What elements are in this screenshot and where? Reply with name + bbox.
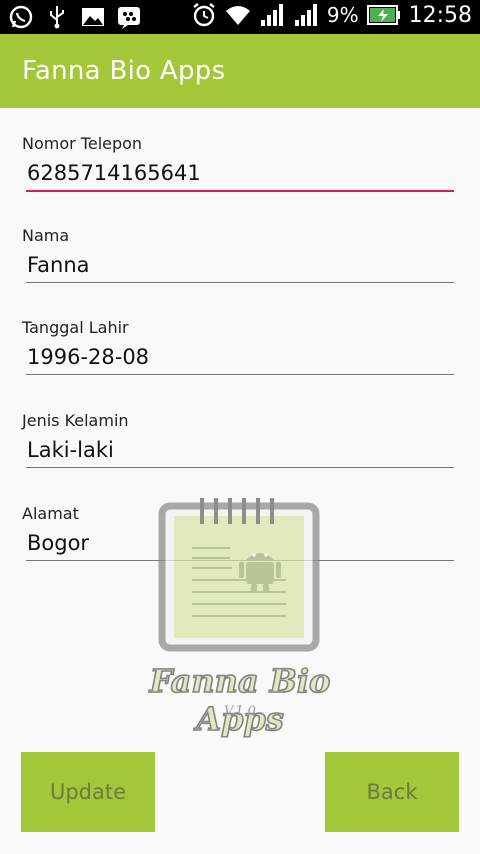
app-title: Fanna Bio Apps [22, 56, 226, 86]
birthdate-field[interactable]: Tanggal Lahir 1996-28-08 [22, 318, 454, 375]
alarm-icon [193, 3, 215, 27]
name-field[interactable]: Nama Fanna [22, 226, 454, 283]
logo-version: V.1.0 [224, 704, 256, 719]
status-bar: 9% 12:58 [0, 0, 480, 34]
back-button[interactable]: Back [325, 752, 459, 832]
clock: 12:58 [408, 2, 472, 28]
name-underline [26, 282, 454, 283]
usb-icon [50, 6, 64, 29]
app-logo-watermark: Fanna Bio Apps V.1.0 [120, 490, 360, 739]
image-icon [82, 8, 104, 26]
battery-percentage: 9% [326, 3, 359, 27]
name-label: Nama [22, 226, 70, 245]
battery-charging-icon [366, 5, 400, 25]
update-button[interactable]: Update [21, 752, 155, 832]
name-input[interactable]: Fanna [27, 253, 90, 277]
wifi-icon [225, 6, 250, 25]
phone-input[interactable]: 6285714165641 [27, 161, 201, 185]
logo-title: Fanna Bio Apps [149, 661, 331, 739]
signal-icon [260, 4, 283, 26]
signal-icon [294, 4, 317, 26]
birthdate-label: Tanggal Lahir [22, 318, 129, 337]
address-input[interactable]: Bogor [27, 531, 89, 555]
birthdate-input[interactable]: 1996-28-08 [27, 345, 149, 369]
birthdate-underline [26, 374, 454, 375]
gender-underline [26, 467, 454, 468]
phone-underline [26, 190, 454, 192]
gender-input[interactable]: Laki-laki [27, 438, 114, 462]
gender-field[interactable]: Jenis Kelamin Laki-laki [22, 411, 454, 468]
phone-label: Nomor Telepon [22, 134, 143, 153]
whatsapp-icon [9, 5, 33, 29]
bbm-icon [118, 7, 140, 29]
gender-label: Jenis Kelamin [22, 411, 129, 430]
action-bar: Fanna Bio Apps [0, 34, 480, 108]
notepad-android-icon [158, 498, 320, 652]
phone-field[interactable]: Nomor Telepon 6285714165641 [22, 134, 454, 192]
